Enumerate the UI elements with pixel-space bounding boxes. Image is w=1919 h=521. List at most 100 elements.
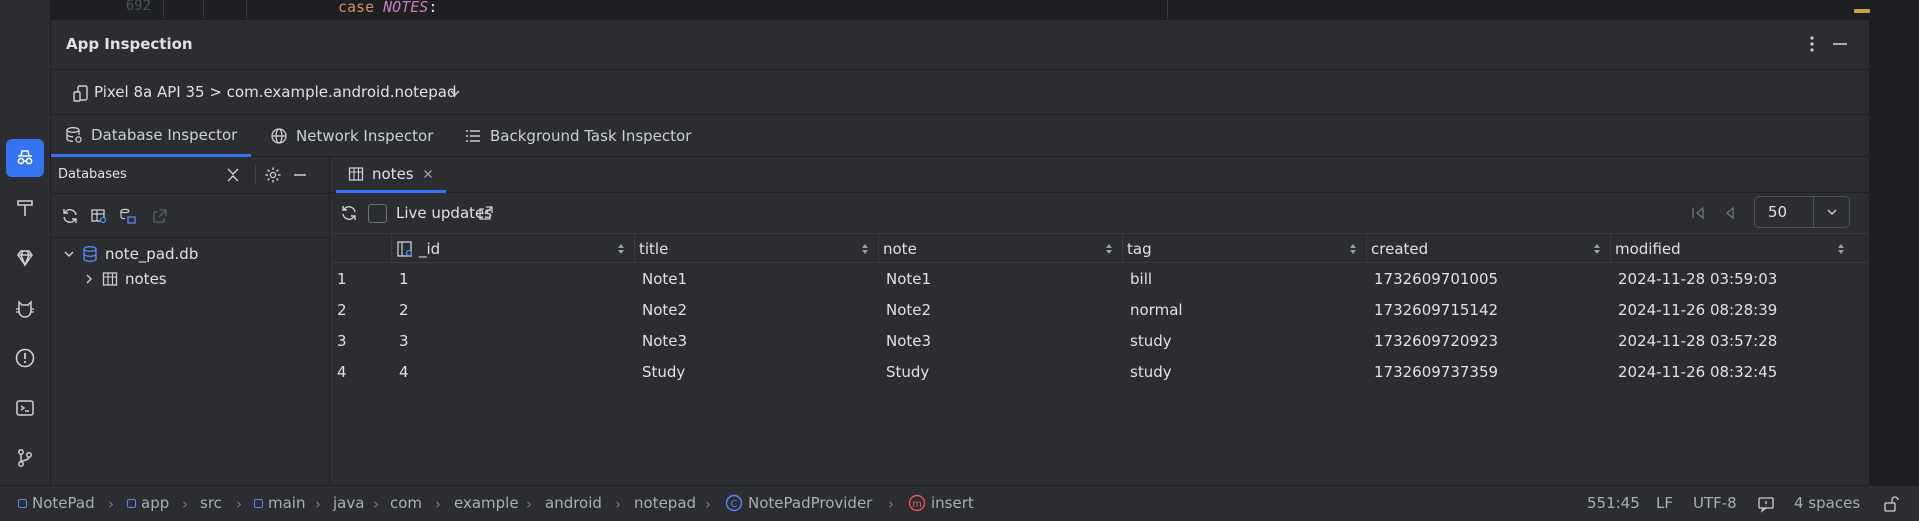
breadcrumb-item[interactable]: example (454, 494, 519, 512)
breadcrumb-item[interactable]: main (254, 494, 305, 512)
cell-note[interactable]: Study (886, 363, 929, 381)
refresh-icon[interactable] (61, 207, 79, 225)
cell-modified[interactable]: 2024-11-26 08:32:45 (1618, 363, 1777, 381)
sort-icon[interactable] (616, 242, 626, 256)
tab-network-inspector[interactable]: Network Inspector (256, 115, 447, 157)
page-size-select[interactable]: 50 (1754, 196, 1850, 228)
breadcrumb-item[interactable]: m insert (908, 494, 974, 512)
cell-modified[interactable]: 2024-11-26 08:28:39 (1618, 301, 1777, 319)
table-icon (348, 166, 364, 181)
sort-icon[interactable] (860, 242, 870, 256)
table-row[interactable]: 2 2 Note2 Note2 normal 1732609715142 202… (331, 295, 1869, 325)
table-icon (102, 272, 118, 286)
list-icon (466, 130, 480, 142)
cell-id[interactable]: 1 (399, 270, 409, 288)
cell-modified[interactable]: 2024-11-28 03:57:28 (1618, 332, 1777, 350)
column-header-created[interactable]: created (1366, 234, 1610, 264)
cell-created[interactable]: 1732609701005 (1374, 270, 1498, 288)
file-encoding[interactable]: UTF-8 (1693, 494, 1737, 512)
cell-title[interactable]: Note1 (642, 270, 687, 288)
device-selector[interactable]: Pixel 8a API 35 > com.example.android.no… (51, 70, 1869, 115)
indent-setting[interactable]: 4 spaces (1794, 494, 1860, 512)
column-header-id[interactable]: _id (391, 234, 634, 264)
scrollbar-marker (1854, 9, 1870, 13)
tab-database-inspector[interactable]: Database Inspector (51, 115, 252, 157)
build-hammer-icon[interactable] (6, 189, 44, 227)
breadcrumb-item[interactable]: android (545, 494, 602, 512)
svg-text:C: C (731, 499, 738, 510)
tree-item-label: notes (125, 270, 167, 288)
cell-created[interactable]: 1732609720923 (1374, 332, 1498, 350)
terminal-icon[interactable] (6, 389, 44, 427)
breadcrumb-item[interactable]: NotePad (18, 494, 95, 512)
database-icon (83, 246, 97, 263)
close-icon[interactable] (422, 168, 434, 180)
row-number-header (331, 234, 391, 264)
cell-created[interactable]: 1732609737359 (1374, 363, 1498, 381)
query-table-icon[interactable] (90, 207, 108, 225)
device-label: Pixel 8a API 35 > com.example.android.no… (94, 83, 457, 101)
table-row[interactable]: 4 4 Study Study study 1732609737359 2024… (331, 357, 1869, 387)
sort-icon[interactable] (1104, 242, 1114, 256)
app-inspection-icon[interactable] (6, 139, 44, 177)
cell-id[interactable]: 3 (399, 332, 409, 350)
cell-created[interactable]: 1732609715142 (1374, 301, 1498, 319)
row-number: 1 (337, 270, 347, 288)
minimize-icon[interactable] (291, 166, 309, 184)
cell-tag[interactable]: study (1130, 332, 1172, 350)
code-line: case NOTES: (338, 0, 438, 16)
table-row[interactable]: 1 1 Note1 Note1 bill 1732609701005 2024-… (331, 264, 1869, 294)
cell-tag[interactable]: study (1130, 363, 1172, 381)
settings-gear-icon[interactable] (264, 166, 282, 184)
cell-title[interactable]: Study (642, 363, 685, 381)
cell-tag[interactable]: bill (1130, 270, 1152, 288)
collapse-all-icon[interactable] (224, 166, 242, 184)
more-options-icon[interactable] (1804, 34, 1820, 54)
column-header-tag[interactable]: tag (1122, 234, 1366, 264)
cell-title[interactable]: Note2 (642, 301, 687, 319)
breadcrumb-item[interactable]: java (333, 494, 364, 512)
breadcrumb-item[interactable]: C NotePadProvider (725, 494, 872, 512)
offline-mode-icon[interactable] (119, 207, 137, 225)
breadcrumb-item[interactable]: notepad (634, 494, 696, 512)
column-header-label: _id (419, 240, 441, 258)
sort-icon[interactable] (1836, 242, 1846, 256)
column-header-modified[interactable]: modified (1610, 234, 1854, 264)
export-icon[interactable] (151, 207, 169, 225)
tree-item-database[interactable]: note_pad.db (63, 245, 198, 263)
breadcrumb-item[interactable]: app (127, 494, 169, 512)
cell-id[interactable]: 4 (399, 363, 409, 381)
first-page-icon[interactable] (1689, 204, 1707, 222)
inspections-icon[interactable] (1757, 495, 1775, 513)
cell-note[interactable]: Note2 (886, 301, 931, 319)
app-inspection-panel: App Inspection Pixel 8a API 35 > com.exa… (51, 19, 1869, 486)
tree-item-table-notes[interactable]: notes (83, 270, 167, 288)
tab-notes[interactable]: notes (336, 157, 446, 193)
git-branch-icon[interactable] (6, 439, 44, 477)
problems-icon[interactable] (6, 339, 44, 377)
logcat-icon[interactable] (6, 289, 44, 327)
breadcrumb-item[interactable]: com (390, 494, 422, 512)
refresh-icon[interactable] (340, 204, 358, 222)
lock-icon[interactable] (1882, 495, 1900, 513)
cell-tag[interactable]: normal (1130, 301, 1183, 319)
line-ending[interactable]: LF (1656, 494, 1673, 512)
live-updates-checkbox[interactable] (368, 204, 387, 223)
sort-icon[interactable] (1592, 242, 1602, 256)
table-row[interactable]: 3 3 Note3 Note3 study 1732609720923 2024… (331, 326, 1869, 356)
tab-background-task-inspector[interactable]: Background Task Inspector (450, 115, 705, 157)
caret-position[interactable]: 551:45 (1587, 494, 1640, 512)
cell-modified[interactable]: 2024-11-28 03:59:03 (1618, 270, 1777, 288)
gem-icon[interactable] (6, 239, 44, 277)
previous-page-icon[interactable] (1721, 204, 1739, 222)
cell-title[interactable]: Note3 (642, 332, 687, 350)
open-external-icon[interactable] (477, 204, 495, 222)
cell-note[interactable]: Note1 (886, 270, 931, 288)
sort-icon[interactable] (1348, 242, 1358, 256)
cell-note[interactable]: Note3 (886, 332, 931, 350)
column-header-note[interactable]: note (878, 234, 1122, 264)
column-header-title[interactable]: title (634, 234, 878, 264)
cell-id[interactable]: 2 (399, 301, 409, 319)
minimize-icon[interactable] (1831, 36, 1849, 52)
breadcrumb-item[interactable]: src (200, 494, 222, 512)
